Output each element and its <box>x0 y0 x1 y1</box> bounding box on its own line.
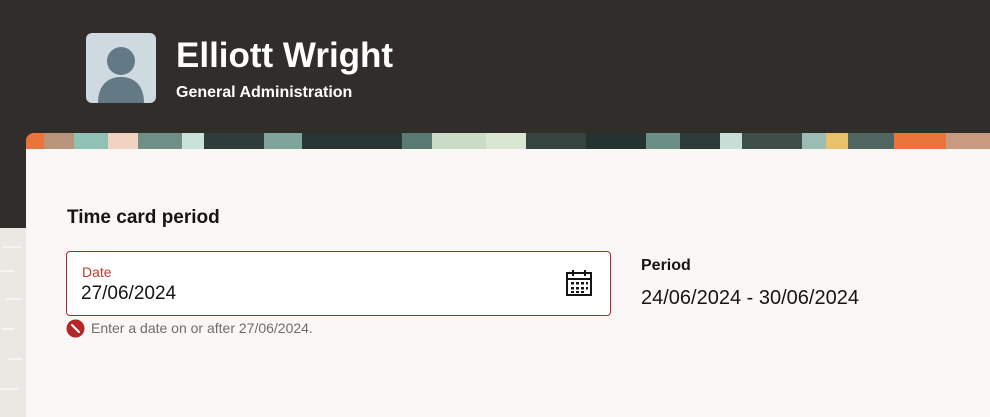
user-name: Elliott Wright <box>176 36 394 75</box>
user-avatar-icon <box>98 47 144 103</box>
profile-header: Elliott Wright General Administration <box>0 0 990 133</box>
calendar-button[interactable] <box>564 268 594 298</box>
period-label: Period <box>641 257 691 274</box>
time-card-panel: Time card period Date 27/06/2024 Enter a… <box>26 133 990 417</box>
date-field[interactable]: Date <box>66 251 611 316</box>
error-message: Enter a date on or after 27/06/2024. <box>91 320 313 336</box>
date-field-label: Date <box>82 264 112 280</box>
decorative-banner <box>26 133 990 149</box>
avatar[interactable] <box>86 33 156 103</box>
error-icon <box>66 319 85 338</box>
calendar-icon <box>566 270 592 296</box>
date-input[interactable] <box>81 282 551 306</box>
user-department: General Administration <box>176 84 353 101</box>
background-pattern <box>0 228 26 417</box>
period-value: 24/06/2024 - 30/06/2024 <box>641 287 859 309</box>
section-title: Time card period <box>67 207 220 228</box>
